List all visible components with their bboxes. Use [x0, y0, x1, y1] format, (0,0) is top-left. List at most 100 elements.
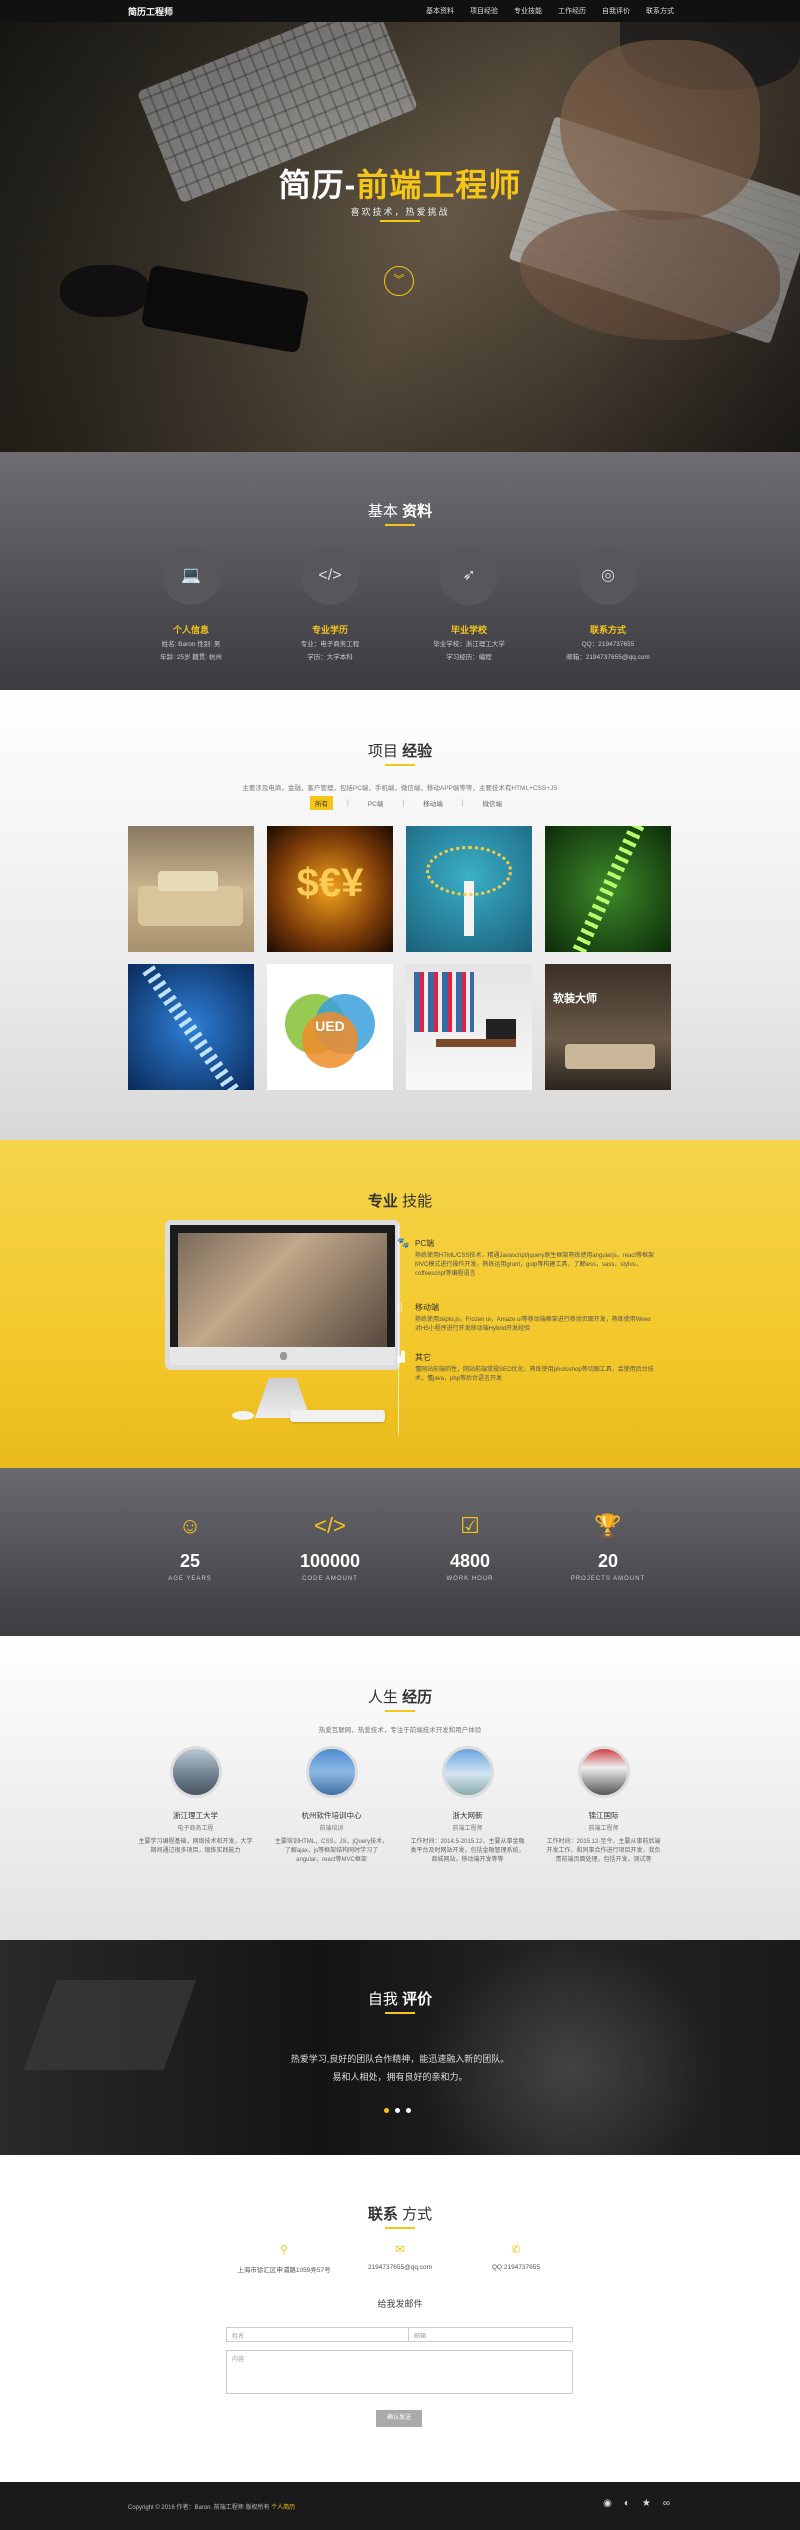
skill-title: PC端: [415, 1239, 435, 1248]
nav-item-basic[interactable]: 基本资料: [426, 6, 454, 16]
experience-desc: 工作时间：2014.5-2015.12，主要从事金融类平台及时网站开发，包括金融…: [410, 1839, 525, 1863]
imac-image: [165, 1220, 400, 1370]
link-icon[interactable]: ∞: [663, 2498, 670, 2509]
experience-desc: 工作时间：2015.12-至今，主要从事前后端开发工作，和同事合作进行项目开发，…: [546, 1839, 661, 1863]
avatar: [441, 1746, 494, 1798]
nav-item-work[interactable]: 工作经历: [558, 6, 586, 16]
info-card: ◎ 联系方式 QQ：2194737655 邮箱：2194737655@qq.co…: [548, 547, 668, 662]
stat-item: 🏆 20 PROJECTS AMOUNT: [548, 1513, 668, 1582]
project-thumb[interactable]: [128, 826, 254, 952]
life-section: 人生 经历 热爱互联网，热爱技术，专注于前端技术开发和用户体验 浙江理工大学 电…: [0, 1636, 800, 1940]
experience-item: 杭州软件培训中心 前端培训 主要培训HTML，CSS，JS，jQuery技术，了…: [274, 1746, 389, 1865]
experience-title: 浙大网新: [452, 1811, 483, 1820]
basic-info-section: 基本 资料 💻 个人信息 姓名: Baron 性别: 男 年龄: 25岁 籍贯:…: [0, 452, 800, 690]
site-logo[interactable]: 简历工程师: [128, 5, 173, 18]
contact-item: ✆ QQ:2194737655: [436, 2243, 596, 2271]
rocket-icon: ➶: [440, 547, 498, 605]
experience-desc: 主要培训HTML，CSS，JS，jQuery技术，了解ajax，js等框架结构同…: [274, 1839, 389, 1863]
hero-title: 简历-前端工程师: [278, 167, 522, 203]
chevron-double-down-icon[interactable]: ︾: [384, 266, 414, 296]
nav-menu: 基本资料 项目经验 专业技能 工作经历 自我评价 联系方式: [426, 6, 674, 16]
info-card: 💻 个人信息 姓名: Baron 性别: 男 年龄: 25岁 籍贯: 杭州: [131, 547, 251, 662]
avatar: [169, 1746, 222, 1798]
cat-icon: 🐾: [397, 1238, 410, 1249]
skill-item: 🐾 PC端 熟练使用HTML/CSS技术，精通Javascript/jquery…: [395, 1238, 655, 1279]
contact-section: 联系 方式 ⚲ 上海市徐汇区申浦路1059弄57号 ✉ 2194737655@q…: [0, 2155, 800, 2482]
carousel-dot[interactable]: [384, 2108, 389, 2113]
nav-item-skills[interactable]: 专业技能: [514, 6, 542, 16]
nav-item-contact[interactable]: 联系方式: [646, 6, 674, 16]
experience-item: 浙大网新 前端工程师 工作时间：2014.5-2015.12，主要从事金融类平台…: [410, 1746, 525, 1865]
target-icon: ◎: [579, 547, 637, 605]
skill-title: 其它: [415, 1353, 431, 1362]
stat-value: 4800: [449, 1551, 491, 1571]
info-line: 姓名: Baron 性别: 男: [161, 641, 221, 648]
qq-icon[interactable]: ◐: [624, 2498, 630, 2509]
project-thumb[interactable]: [406, 964, 532, 1090]
info-title: 个人信息: [172, 625, 209, 635]
stat-value: 25: [179, 1551, 201, 1571]
nav-item-eval[interactable]: 自我评价: [602, 6, 630, 16]
footer: Copyright © 2016 作者：Baron. 前端工程师 版权所有 个人…: [0, 2482, 800, 2530]
smile-icon: ☺: [178, 1513, 202, 1538]
stat-item: ☺ 25 AGE YEARS: [130, 1513, 250, 1582]
tab-all[interactable]: 所有: [310, 796, 333, 810]
email-field[interactable]: 邮箱: [408, 2327, 573, 2342]
info-line: QQ：2194737655: [581, 641, 635, 648]
project-thumb[interactable]: [545, 826, 671, 952]
filter-tabs: 所有 | PC端 | 移动端 | 微信端: [310, 796, 507, 810]
info-line: 邮箱：2194737655@qq.com: [566, 654, 650, 661]
code-icon: </>: [301, 547, 359, 605]
info-line: 学习经历：编程: [446, 654, 492, 661]
section-title: 基本 资料: [367, 503, 433, 520]
code-icon: </>: [314, 1513, 346, 1538]
lounge-text: 软装大师: [553, 993, 597, 1005]
carousel-dot[interactable]: [395, 2108, 400, 2113]
stats-section: ☺ 25 AGE YEARS </> 100000 CODE AMOUNT ☑ …: [0, 1468, 800, 1636]
skill-desc: 懂网站前端的性，网站前端常规SEO优化，熟练使用photoshop等切图工具，会…: [415, 1367, 654, 1382]
phone-icon: ✆: [511, 2244, 521, 2256]
section-desc: 热爱互联网，热爱技术，专注于前端技术开发和用户体验: [318, 1727, 482, 1734]
stat-value: 100000: [299, 1551, 361, 1571]
skill-desc: 熟练使用HTML/CSS技术，精通Javascript/jquery原生框架熟练…: [415, 1253, 655, 1277]
title-underline: [385, 2227, 415, 2229]
carousel-dot[interactable]: [406, 2108, 411, 2113]
tab-mobile[interactable]: 移动端: [418, 796, 448, 810]
contact-text: QQ:2194737655: [491, 2264, 541, 2271]
footer-link[interactable]: 个人简历: [271, 2505, 295, 2511]
skill-title: 移动端: [415, 1303, 439, 1312]
top-nav: 简历工程师 基本资料 项目经验 专业技能 工作经历 自我评价 联系方式: [0, 0, 800, 22]
section-title: 项目 经验: [367, 743, 433, 760]
star-icon[interactable]: ★: [642, 2498, 651, 2509]
info-card: </> 专业学历 专业：电子商务工程 学历：大学本科: [270, 547, 390, 662]
project-thumb[interactable]: UED: [267, 964, 393, 1090]
project-thumb[interactable]: [128, 964, 254, 1090]
section-title: 专业 技能: [367, 1193, 433, 1210]
experience-sub: 电子商务工程: [177, 1826, 214, 1832]
experience-title: 锦江国际: [588, 1811, 619, 1820]
info-line: 年龄: 25岁 籍贯: 杭州: [160, 654, 222, 661]
tab-pc[interactable]: PC端: [363, 796, 389, 810]
info-title: 专业学历: [311, 625, 348, 635]
avatar: [305, 1746, 358, 1798]
mobile-icon: ▯: [397, 1302, 403, 1313]
project-thumb[interactable]: 软装大师: [545, 964, 671, 1090]
nav-item-projects[interactable]: 项目经验: [470, 6, 498, 16]
weibo-icon[interactable]: ◉: [603, 2498, 612, 2509]
hero-banner: 简历-前端工程师 喜欢技术，热爱挑战 ︾: [0, 0, 800, 452]
content-field[interactable]: 内容: [226, 2350, 573, 2394]
send-button[interactable]: 确认发送: [376, 2410, 422, 2427]
social-links: ◉ ◐ ★ ∞: [603, 2498, 670, 2509]
self-eval-section: 自我 评价 热爱学习,良好的团队合作精神，能迅速融入新的团队。 易和人相处，拥有…: [0, 1940, 800, 2155]
mail-title: 给我发邮件: [377, 2299, 423, 2309]
section-title: 联系 方式: [367, 2206, 433, 2223]
name-field[interactable]: 姓名: [226, 2327, 416, 2342]
project-thumb[interactable]: $€¥: [267, 826, 393, 952]
section-title: 自我 评价: [367, 1991, 433, 2008]
avatar: [577, 1746, 630, 1798]
stat-value: 20: [597, 1551, 619, 1571]
project-thumb[interactable]: [406, 826, 532, 952]
experience-desc: 主要学习编程基础，网络技术和开发，大学期间通过很多项目，锻炼实践能力: [138, 1839, 253, 1854]
experience-sub: 前端培训: [319, 1826, 344, 1832]
tab-wechat[interactable]: 微信端: [478, 796, 508, 810]
